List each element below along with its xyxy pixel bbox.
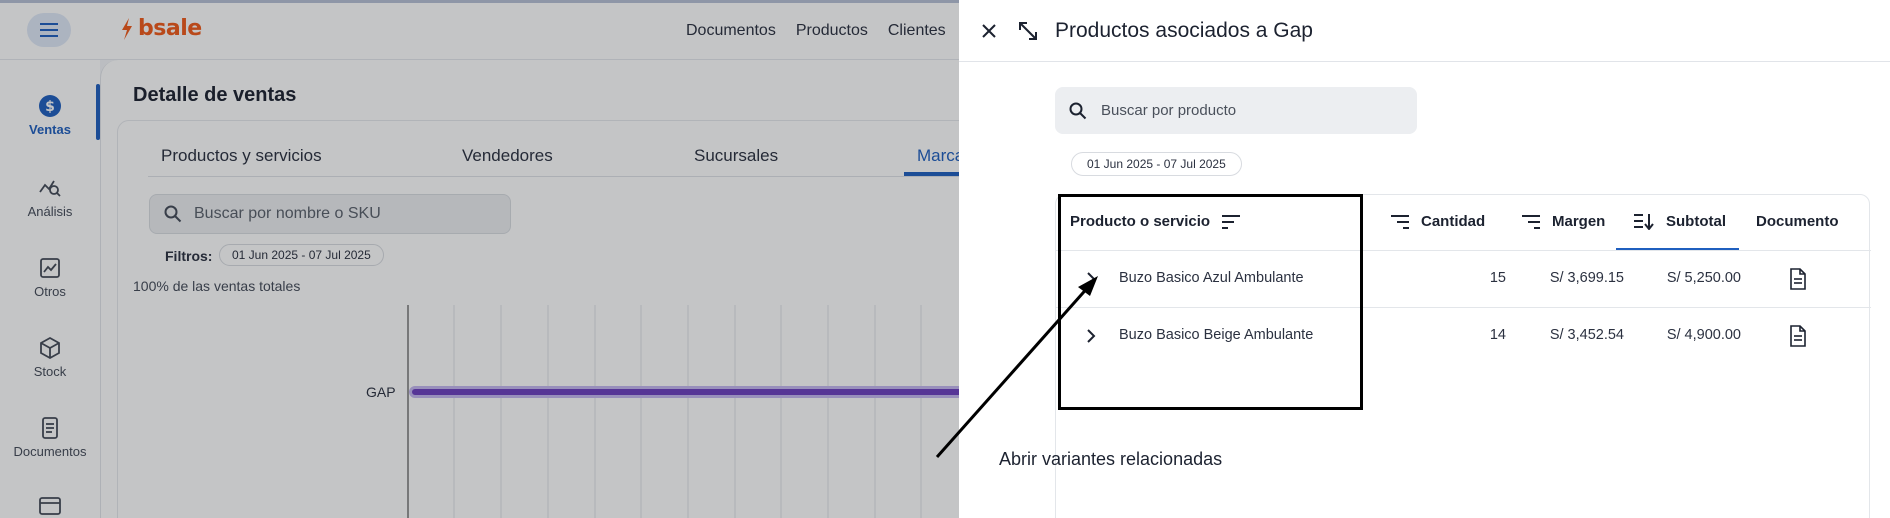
column-header-document: Documento [1756,213,1839,230]
close-icon [982,24,996,38]
drawer-title: Productos asociados a Gap [1055,19,1313,42]
column-header-quantity[interactable]: Cantidad [1391,213,1485,230]
margin-value: S/ 3,452.54 [1549,327,1624,343]
column-header-label: Cantidad [1421,213,1486,230]
sort-icon [1391,214,1409,229]
expand-button[interactable] [1014,17,1042,45]
document-icon[interactable] [1789,268,1807,290]
annotation-text: Abrir variantes relacionadas [999,449,1223,469]
product-search[interactable] [1055,87,1417,134]
quantity-value: 14 [1489,327,1506,343]
sort-descending-icon [1634,213,1654,230]
expand-icon [1019,22,1037,40]
date-range-chip[interactable]: 01 Jun 2025 - 07 Jul 2025 [1071,152,1242,176]
close-button[interactable] [975,17,1003,45]
margin-value: S/ 3,699.15 [1549,270,1624,286]
quantity-value: 15 [1489,270,1506,286]
subtotal-value: S/ 4,900.00 [1666,327,1741,343]
column-header-label: Documento [1756,213,1839,230]
drawer-header: Productos asociados a Gap [959,0,1890,62]
subtotal-value: S/ 5,250.00 [1666,270,1741,286]
annotation-highlight-box [1058,194,1363,410]
column-header-margin[interactable]: Margen [1522,213,1605,230]
column-header-label: Margen [1552,213,1606,230]
modal-backdrop[interactable] [0,0,959,518]
column-header-subtotal[interactable]: Subtotal [1634,213,1726,230]
sort-icon [1522,214,1540,229]
column-header-label: Subtotal [1666,213,1726,230]
search-icon [1069,102,1087,119]
document-icon[interactable] [1789,325,1807,347]
product-search-input[interactable] [1101,102,1401,119]
